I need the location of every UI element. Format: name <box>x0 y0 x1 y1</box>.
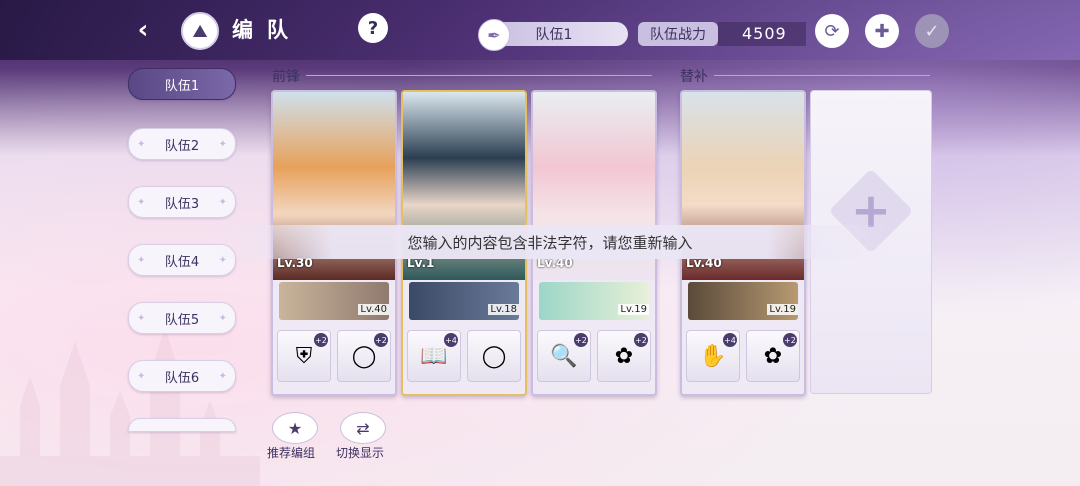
magnifier-icon[interactable]: 🔍 +2 <box>537 330 591 382</box>
recommend-team-icon[interactable]: ★ <box>272 412 318 444</box>
tab-team-6[interactable]: ✦ 队伍6 ✦ <box>128 360 236 392</box>
refresh-icon[interactable]: ⟳ <box>815 14 849 48</box>
copy-team-icon[interactable]: ✚ <box>865 14 899 48</box>
gauntlet-icon[interactable]: ✋ +4 <box>686 330 740 382</box>
help-icon[interactable]: ? <box>358 13 388 43</box>
switch-display-button[interactable]: 切换显示 <box>336 444 384 461</box>
back-icon[interactable]: ‹ <box>124 11 162 49</box>
rename-feather-icon[interactable]: ✒ <box>478 19 510 51</box>
sub-section-label: 替补 <box>680 69 708 85</box>
support-level: Lv.19 <box>767 304 798 315</box>
tab-team-5[interactable]: ✦ 队伍5 ✦ <box>128 302 236 334</box>
tab-team-1[interactable]: 队伍1 <box>128 68 236 100</box>
front-section-label: 前锋 <box>272 69 300 85</box>
recommend-team-button[interactable]: 推荐编组 <box>267 444 315 461</box>
team-power-label: 队伍战力 <box>638 22 718 46</box>
ring-icon[interactable]: ◯ +2 <box>337 330 391 382</box>
confirm-icon[interactable]: ✓ <box>915 14 949 48</box>
error-toast: 您输入的内容包含非法字符，请您重新输入 <box>210 225 890 259</box>
home-icon[interactable]: ⛰ <box>181 12 219 50</box>
tab-team-2[interactable]: ✦ 队伍2 ✦ <box>128 128 236 160</box>
tab-team-3[interactable]: ✦ 队伍3 ✦ <box>128 186 236 218</box>
support-level: Lv.19 <box>618 304 649 315</box>
earring-icon[interactable]: ✿ +2 <box>597 330 651 382</box>
shield-icon[interactable]: ⛨ +2 <box>277 330 331 382</box>
support-level: Lv.18 <box>488 304 519 315</box>
support-level: Lv.40 <box>358 304 389 315</box>
book-icon[interactable]: 📖 +4 <box>407 330 461 382</box>
earring-icon[interactable]: ✿ +2 <box>746 330 800 382</box>
switch-display-icon[interactable]: ⇄ <box>340 412 386 444</box>
sub-divider <box>714 75 930 76</box>
tab-team-partial[interactable] <box>128 418 236 432</box>
front-divider <box>306 75 652 76</box>
team-power-value: 4509 <box>742 24 787 43</box>
ring-icon[interactable]: ◯ <box>467 330 521 382</box>
page-title: 编队 <box>232 18 302 42</box>
